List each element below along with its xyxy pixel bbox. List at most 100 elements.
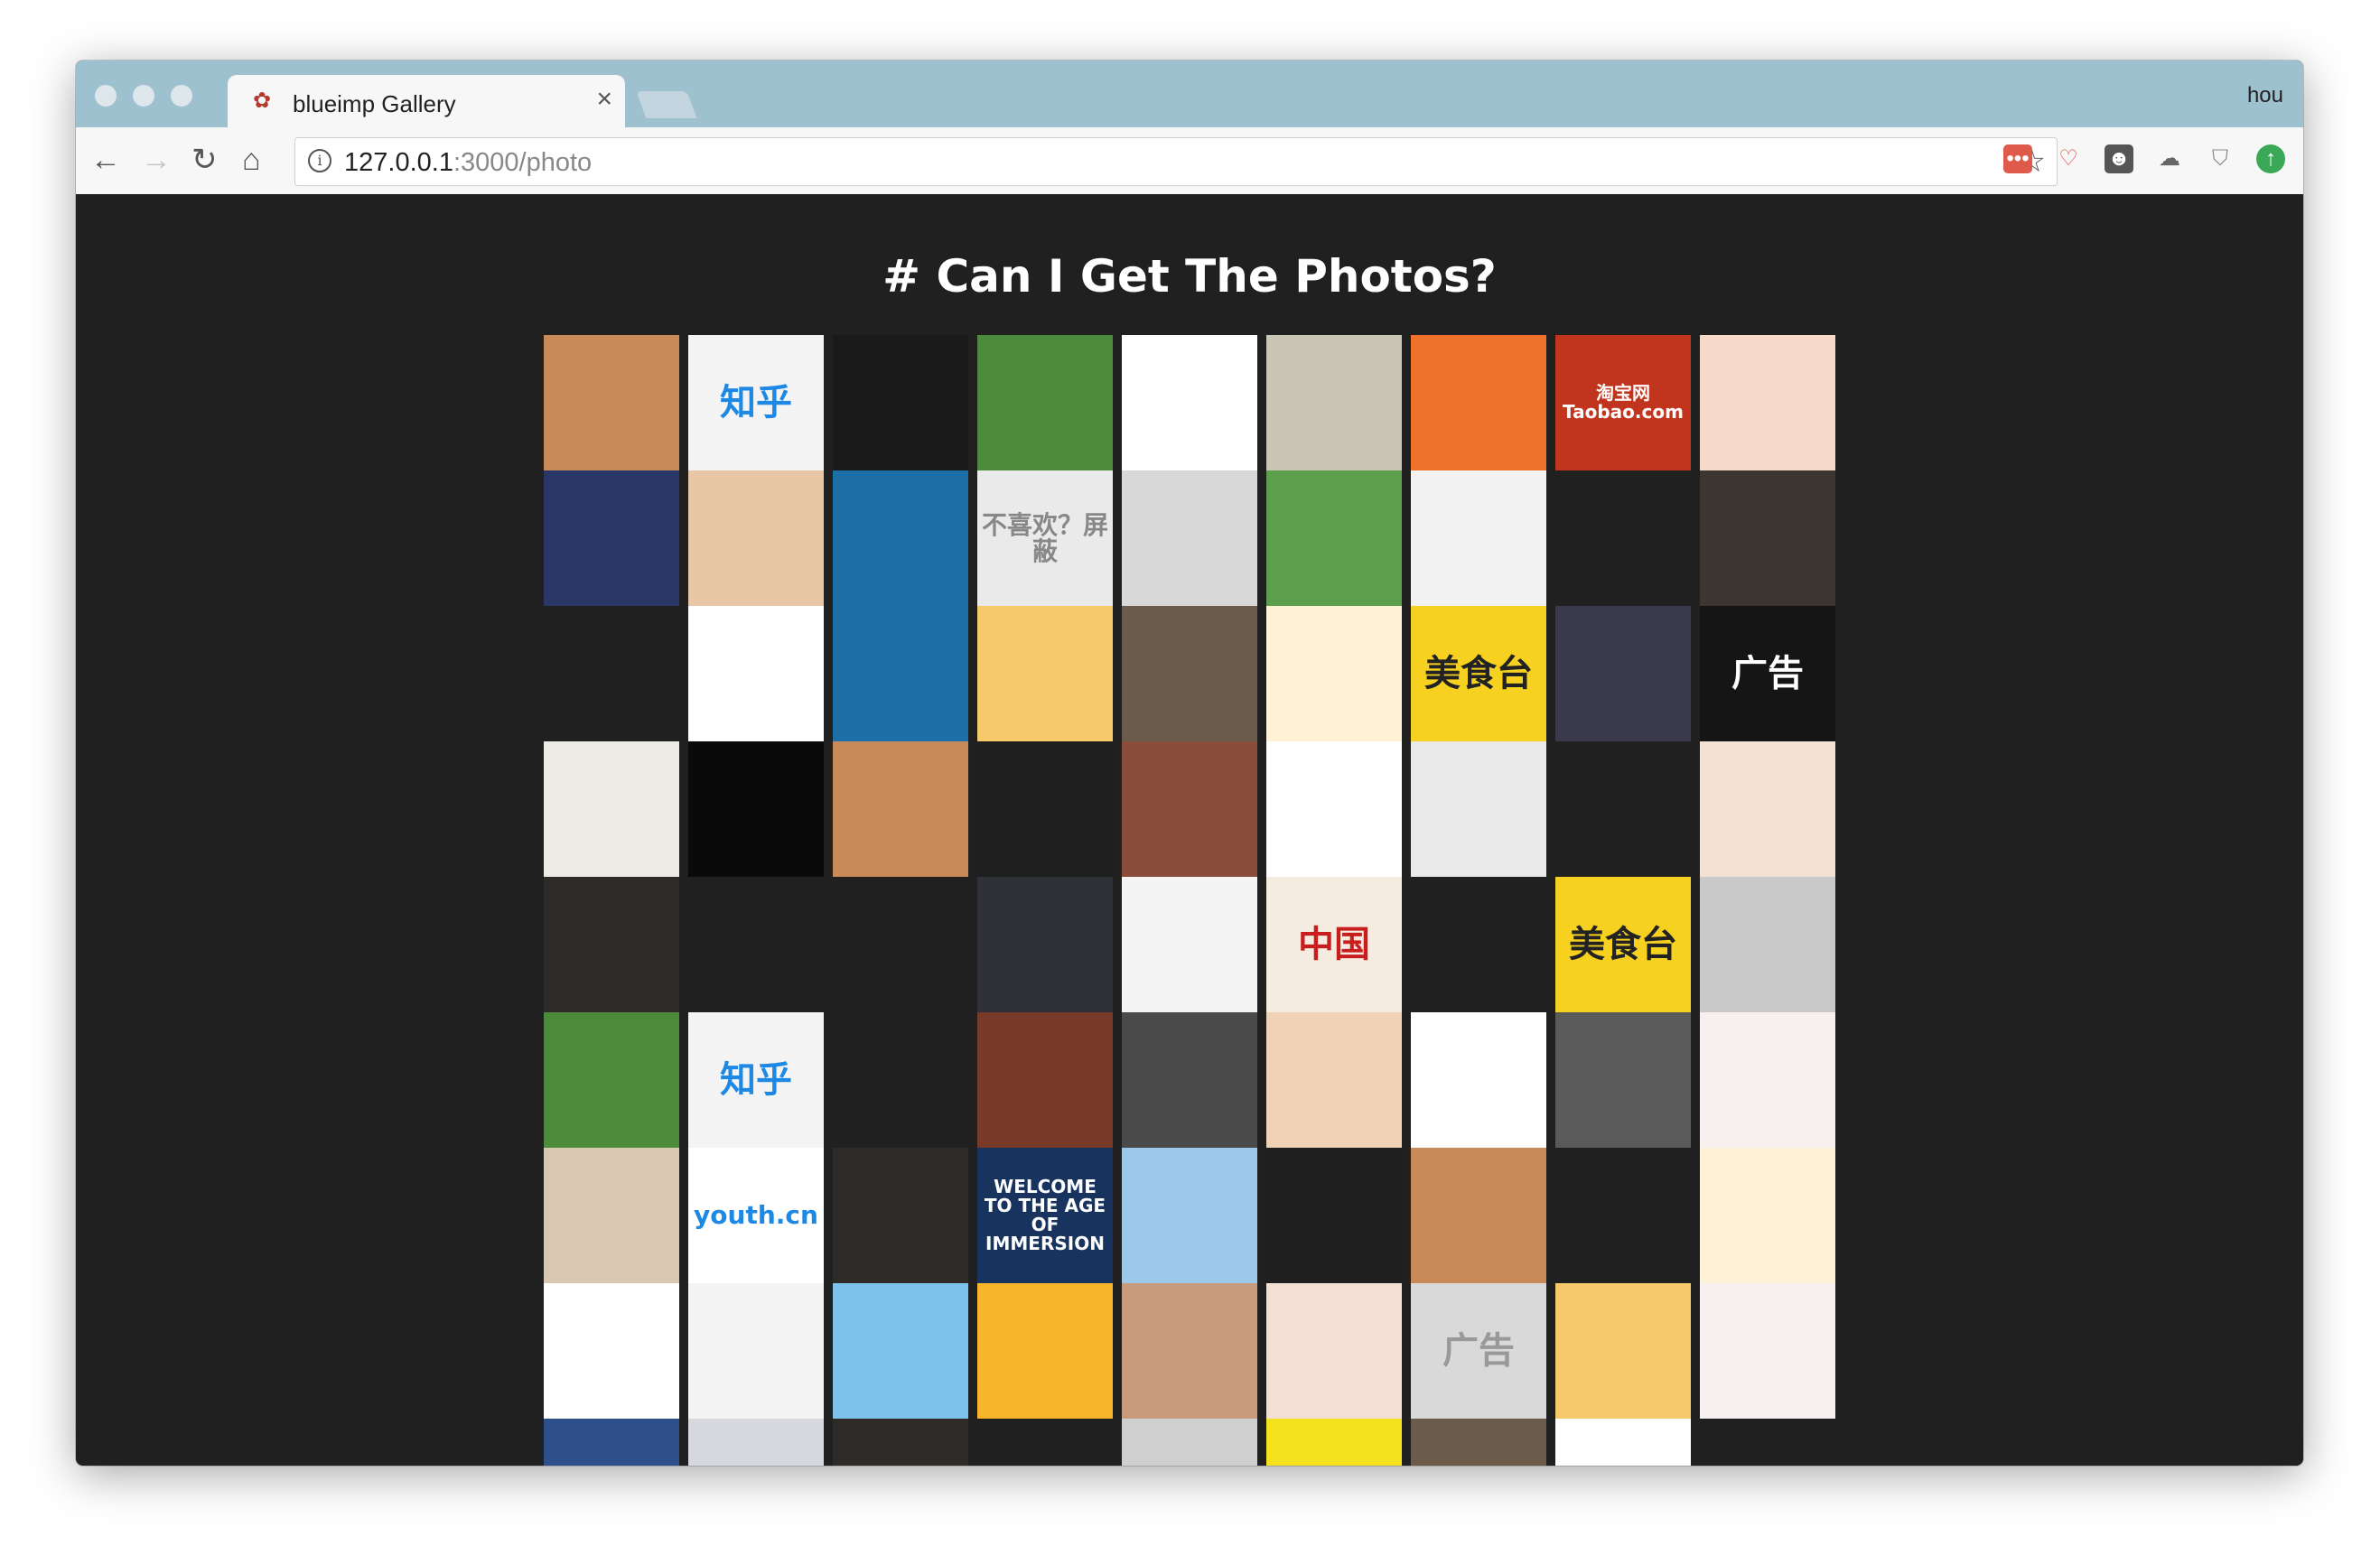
gallery-thumbnail[interactable] [1411,741,1546,877]
gallery-thumbnail[interactable] [544,335,679,470]
gallery-thumbnail[interactable] [688,877,824,1012]
gallery-thumbnail[interactable] [1700,1148,1835,1283]
gallery-thumbnail[interactable] [1122,1012,1257,1148]
gallery-thumbnail[interactable] [1411,470,1546,606]
gallery-thumbnail[interactable]: 美食台 [1555,877,1691,1012]
home-icon[interactable]: ⌂ [242,142,261,178]
gallery-thumbnail[interactable]: 广告 [1411,1283,1546,1419]
gallery-thumbnail[interactable] [544,741,679,877]
gallery-thumbnail[interactable] [1266,1012,1402,1148]
gallery-thumbnail[interactable]: 中国 [1266,877,1402,1012]
gallery-thumbnail[interactable] [544,470,679,606]
gallery-thumbnail[interactable] [1555,741,1691,877]
gallery-thumbnail[interactable] [1122,741,1257,877]
gallery-thumbnail[interactable] [833,606,968,741]
gallery-thumbnail[interactable]: 不喜欢？屏蔽 [977,470,1113,606]
gallery-thumbnail[interactable] [1122,1283,1257,1419]
gallery-thumbnail[interactable]: 淘宝网 Taobao.com [1555,335,1691,470]
gallery-thumbnail[interactable] [1266,1148,1402,1283]
gallery-thumbnail[interactable] [1266,335,1402,470]
gallery-thumbnail[interactable] [833,1419,968,1466]
gallery-thumbnail[interactable] [1122,877,1257,1012]
gallery-thumbnail[interactable] [1122,335,1257,470]
gallery-thumbnail[interactable] [688,606,824,741]
gallery-thumbnail[interactable]: youth.cn [688,1148,824,1283]
gallery-thumbnail[interactable]: 美食台 [1411,606,1546,741]
gallery-thumbnail[interactable] [688,1283,824,1419]
gallery-thumbnail[interactable] [1411,335,1546,470]
gallery-thumbnail[interactable] [977,1012,1113,1148]
close-window-button[interactable] [95,85,117,107]
gallery-thumbnail[interactable] [977,1419,1113,1466]
gallery-thumbnail[interactable] [1555,1012,1691,1148]
tab-blueimp-gallery[interactable]: ✿ blueimp Gallery × [228,75,625,127]
gallery-thumbnail[interactable] [1122,606,1257,741]
extension-shield-icon[interactable]: ⛉ [2206,144,2235,173]
gallery-thumbnail[interactable] [833,470,968,606]
gallery-thumbnail[interactable] [1411,1148,1546,1283]
minimize-window-button[interactable] [133,85,154,107]
profile-name[interactable]: hou [2247,83,2283,108]
gallery-thumbnail[interactable] [1411,877,1546,1012]
gallery-thumbnail[interactable] [688,1419,824,1466]
gallery-thumbnail[interactable] [544,877,679,1012]
gallery-thumbnail[interactable] [544,606,679,741]
extension-heart-icon[interactable]: ♡ [2054,144,2083,173]
gallery-thumbnail[interactable] [1411,1419,1546,1466]
extension-dots-icon[interactable]: ••• [2003,144,2032,173]
gallery-thumbnail[interactable] [977,606,1113,741]
new-tab-button[interactable] [636,91,697,118]
gallery-thumbnail[interactable] [833,1012,968,1148]
gallery-thumbnail[interactable] [544,1419,679,1466]
gallery-thumbnail[interactable] [688,470,824,606]
gallery-thumbnail[interactable] [833,877,968,1012]
gallery-thumbnail[interactable] [1700,1283,1835,1419]
reload-icon[interactable]: ↻ [191,142,218,178]
gallery-thumbnail[interactable] [1555,470,1691,606]
gallery-thumbnail[interactable] [833,335,968,470]
gallery-thumbnail[interactable] [833,1148,968,1283]
gallery-thumbnail[interactable] [1555,606,1691,741]
gallery-thumbnail[interactable]: 广告 [1700,606,1835,741]
forward-arrow-icon[interactable]: → [141,142,172,178]
extension-update-icon[interactable]: ↑ [2256,144,2285,173]
gallery-thumbnail[interactable] [544,1283,679,1419]
tab-close-icon[interactable]: × [596,86,612,113]
gallery-thumbnail[interactable] [1122,1419,1257,1466]
gallery-thumbnail[interactable] [1555,1419,1691,1466]
back-arrow-icon[interactable]: ← [90,142,121,178]
gallery-thumbnail[interactable] [977,741,1113,877]
gallery-thumbnail[interactable]: 知乎 [688,1012,824,1148]
gallery-thumbnail[interactable] [688,741,824,877]
gallery-thumbnail[interactable] [833,1283,968,1419]
gallery-thumbnail[interactable] [1700,1419,1835,1466]
gallery-thumbnail[interactable] [544,1148,679,1283]
gallery-thumbnail[interactable] [977,877,1113,1012]
gallery-thumbnail[interactable] [1266,741,1402,877]
extension-cloud-icon[interactable]: ☁ [2155,144,2184,173]
gallery-thumbnail[interactable] [1700,335,1835,470]
gallery-thumbnail[interactable] [1122,1148,1257,1283]
gallery-thumbnail[interactable] [1122,470,1257,606]
gallery-thumbnail[interactable] [977,335,1113,470]
gallery-thumbnail[interactable] [1266,1419,1402,1466]
gallery-thumbnail[interactable] [1555,1148,1691,1283]
gallery-thumbnail[interactable]: 知乎 [688,335,824,470]
gallery-thumbnail[interactable] [1266,1283,1402,1419]
gallery-thumbnail[interactable] [977,1283,1113,1419]
gallery-thumbnail[interactable] [1555,1283,1691,1419]
gallery-thumbnail[interactable] [1411,1012,1546,1148]
gallery-thumbnail[interactable] [1266,606,1402,741]
gallery-thumbnail[interactable] [1700,741,1835,877]
site-info-icon[interactable]: i [308,149,331,172]
gallery-thumbnail[interactable] [1700,1012,1835,1148]
gallery-thumbnail[interactable]: WELCOME TO THE AGE OF IMMERSION [977,1148,1113,1283]
gallery-thumbnail[interactable] [1700,877,1835,1012]
zoom-window-button[interactable] [171,85,192,107]
gallery-thumbnail[interactable] [1266,470,1402,606]
address-bar[interactable]: i 127.0.0.1:3000/photo ☆ [294,137,2058,186]
gallery-thumbnail[interactable] [1700,470,1835,606]
extension-mask-icon[interactable]: ☻ [2105,144,2133,173]
gallery-thumbnail[interactable] [544,1012,679,1148]
gallery-thumbnail[interactable] [833,741,968,877]
